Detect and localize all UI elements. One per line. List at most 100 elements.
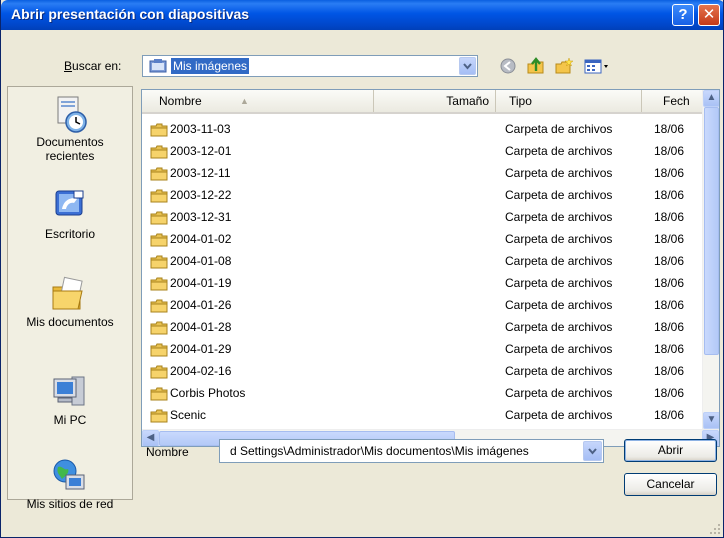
file-name: 2003-12-11 bbox=[170, 166, 231, 180]
desktop-icon bbox=[55, 190, 84, 216]
file-type: Carpeta de archivos bbox=[505, 144, 613, 158]
open-button[interactable]: Abrir bbox=[624, 439, 717, 462]
place-label: Mi PC bbox=[53, 413, 87, 427]
column-header-name[interactable]: Nombre ▲ bbox=[142, 90, 374, 112]
look-in-dropdown-button[interactable] bbox=[459, 57, 476, 75]
scroll-down-button[interactable]: ▼ bbox=[703, 412, 719, 429]
folder-icon bbox=[150, 144, 168, 159]
place-my-documents[interactable]: Mis documentos bbox=[8, 275, 132, 329]
file-row[interactable]: Scenic Carpeta de archivos 18/06 bbox=[142, 404, 702, 426]
file-date: 18/06 bbox=[654, 320, 685, 334]
file-row[interactable]: 2004-01-28 Carpeta de archivos 18/06 bbox=[142, 316, 702, 338]
file-type: Carpeta de archivos bbox=[505, 408, 613, 422]
new-folder-icon[interactable] bbox=[554, 57, 574, 75]
file-name: 2004-01-26 bbox=[170, 298, 232, 312]
file-row[interactable]: 2004-01-19 Carpeta de archivos 18/06 bbox=[142, 272, 702, 294]
folder-icon bbox=[150, 298, 168, 313]
pictures-folder-icon bbox=[149, 59, 167, 73]
file-date: 18/06 bbox=[654, 188, 685, 202]
look-in-value: Mis imágenes bbox=[171, 58, 250, 74]
file-type: Carpeta de archivos bbox=[505, 276, 613, 290]
place-label: Mis documentos bbox=[26, 315, 114, 329]
file-name: 2004-02-16 bbox=[170, 364, 232, 378]
place-my-computer[interactable]: Mi PC bbox=[8, 373, 132, 427]
chevron-down-icon bbox=[588, 448, 597, 455]
file-type: Carpeta de archivos bbox=[505, 166, 613, 180]
file-row[interactable]: 2003-12-01 Carpeta de archivos 18/06 bbox=[142, 140, 702, 162]
place-desktop[interactable]: Escritorio bbox=[8, 187, 132, 241]
file-date: 18/06 bbox=[654, 364, 685, 378]
vertical-scrollbar[interactable]: ▲ ▼ bbox=[702, 90, 719, 429]
resize-grip-icon[interactable] bbox=[709, 523, 721, 535]
file-name: Corbis Photos bbox=[170, 386, 246, 400]
file-row[interactable]: 2004-01-08 Carpeta de archivos 18/06 bbox=[142, 250, 702, 272]
file-type: Carpeta de archivos bbox=[505, 298, 613, 312]
folder-icon bbox=[150, 122, 168, 137]
place-label: Documentos bbox=[36, 135, 104, 149]
file-type: Carpeta de archivos bbox=[505, 122, 613, 136]
up-folder-icon[interactable] bbox=[526, 57, 546, 75]
file-row[interactable]: 2003-12-11 Carpeta de archivos 18/06 bbox=[142, 162, 702, 184]
folder-icon bbox=[150, 408, 168, 423]
column-header-size[interactable]: Tamaño bbox=[374, 90, 496, 112]
file-row[interactable]: 2003-12-31 Carpeta de archivos 18/06 bbox=[142, 206, 702, 228]
help-button[interactable]: ? bbox=[672, 4, 694, 26]
file-row[interactable]: 2004-01-29 Carpeta de archivos 18/06 bbox=[142, 338, 702, 360]
folder-icon bbox=[150, 386, 168, 401]
file-name: 2003-12-01 bbox=[170, 144, 232, 158]
file-date: 18/06 bbox=[654, 386, 685, 400]
file-date: 18/06 bbox=[654, 298, 685, 312]
folder-icon bbox=[150, 210, 168, 225]
close-button[interactable]: ✕ bbox=[698, 4, 720, 26]
file-date: 18/06 bbox=[654, 232, 685, 246]
place-network[interactable]: Mis sitios de red bbox=[8, 457, 132, 511]
my-computer-icon bbox=[53, 376, 85, 406]
recent-documents-icon bbox=[57, 96, 87, 133]
file-row[interactable]: Corbis Photos Carpeta de archivos 18/06 bbox=[142, 382, 702, 404]
title-bar[interactable]: Abrir presentación con diapositivas ? ✕ bbox=[1, 0, 723, 30]
file-row[interactable]: 2004-01-02 Carpeta de archivos 18/06 bbox=[142, 228, 702, 250]
scroll-up-button[interactable]: ▲ bbox=[703, 90, 719, 107]
file-date: 18/06 bbox=[654, 122, 685, 136]
my-documents-icon bbox=[52, 276, 83, 310]
file-name-input[interactable]: d Settings\Administrador\Mis documentos\… bbox=[219, 439, 604, 463]
file-name: Scenic bbox=[170, 408, 207, 422]
place-label: Mis sitios de red bbox=[26, 497, 114, 511]
chevron-down-icon bbox=[463, 63, 472, 70]
file-name: 2003-12-31 bbox=[170, 210, 232, 224]
file-name-dropdown-button[interactable] bbox=[583, 441, 602, 461]
folder-icon bbox=[150, 364, 168, 379]
place-label: Escritorio bbox=[44, 227, 95, 241]
file-name-label: Nombre bbox=[146, 445, 189, 459]
file-date: 18/06 bbox=[654, 276, 685, 290]
look-in-combobox[interactable]: Mis imágenes bbox=[142, 55, 478, 77]
column-header-type[interactable]: Tipo bbox=[496, 90, 642, 112]
file-type: Carpeta de archivos bbox=[505, 232, 613, 246]
file-date: 18/06 bbox=[654, 144, 685, 158]
cancel-button[interactable]: Cancelar bbox=[624, 473, 717, 496]
file-date: 18/06 bbox=[654, 342, 685, 356]
file-type: Carpeta de archivos bbox=[505, 210, 613, 224]
open-dialog: Abrir presentación con diapositivas ? ✕ … bbox=[0, 0, 724, 538]
file-name-value: d Settings\Administrador\Mis documentos\… bbox=[230, 444, 529, 458]
column-header-date[interactable]: Fech bbox=[642, 90, 702, 112]
file-row[interactable]: 2003-11-03 Carpeta de archivos 18/06 bbox=[142, 118, 702, 140]
place-recent-documents[interactable]: Documentos recientes bbox=[8, 95, 132, 163]
dialog-title: Abrir presentación con diapositivas bbox=[11, 6, 250, 22]
places-bar: Documentos recientes Escritorio Mis docu… bbox=[7, 86, 133, 511]
vertical-scroll-thumb[interactable] bbox=[704, 107, 719, 355]
file-date: 18/06 bbox=[654, 210, 685, 224]
file-type: Carpeta de archivos bbox=[505, 320, 613, 334]
place-label-line2: recientes bbox=[45, 149, 95, 163]
back-icon[interactable] bbox=[498, 57, 518, 75]
folder-icon bbox=[150, 254, 168, 269]
file-row[interactable]: 2004-02-16 Carpeta de archivos 18/06 bbox=[142, 360, 702, 382]
file-type: Carpeta de archivos bbox=[505, 254, 613, 268]
view-menu-icon[interactable] bbox=[583, 57, 613, 75]
file-type: Carpeta de archivos bbox=[505, 188, 613, 202]
file-list[interactable]: Nombre ▲ Tamaño Tipo Fech 2003-11-03 Carp… bbox=[141, 89, 720, 447]
file-row[interactable]: 2003-12-22 Carpeta de archivos 18/06 bbox=[142, 184, 702, 206]
file-name: 2003-12-22 bbox=[170, 188, 232, 202]
file-row[interactable]: 2004-01-26 Carpeta de archivos 18/06 bbox=[142, 294, 702, 316]
look-in-label: Buscar en: bbox=[64, 59, 122, 73]
